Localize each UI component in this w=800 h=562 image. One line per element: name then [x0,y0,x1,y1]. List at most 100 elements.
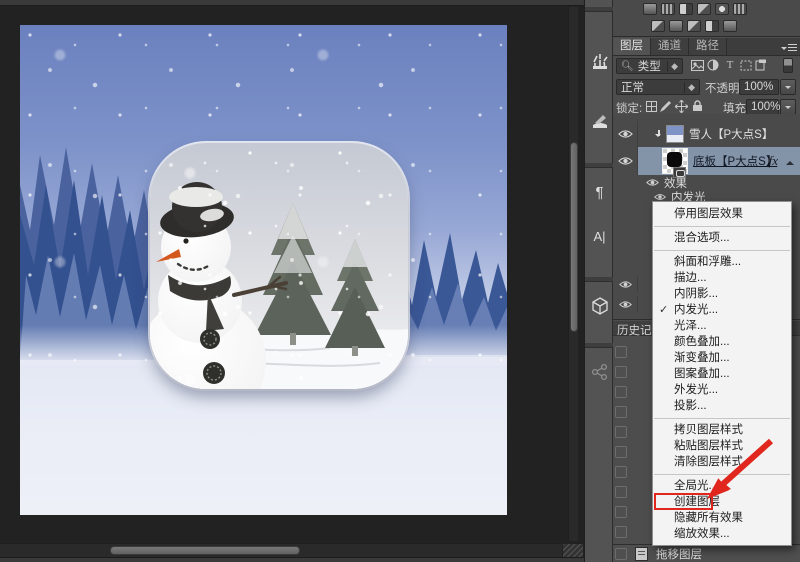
eye-icon[interactable] [646,178,659,187]
vertical-scrollbar[interactable] [568,7,578,541]
canvas-bottom-strip [0,557,584,562]
vertical-scrollbar-thumb[interactable] [570,142,578,332]
history-state-checkbox[interactable] [615,346,627,358]
history-current-state-row[interactable]: 拖移图层 [613,544,800,562]
opacity-dropdown-button[interactable] [780,79,796,95]
adjustment-icon[interactable] [723,20,737,32]
menu-item-clear-layer-style[interactable]: 清除图层样式 [653,454,791,470]
visibility-well[interactable] [613,121,638,147]
opacity-input[interactable]: 100% [739,79,779,95]
horizontal-scrollbar-thumb[interactable] [110,546,300,555]
menu-item-hide-all-effects[interactable]: 隐藏所有效果 [653,510,791,526]
eye-icon[interactable] [654,193,666,201]
adjustment-icon[interactable] [733,3,747,15]
adjustment-icon[interactable] [715,3,729,15]
collapse-effects-arrow[interactable] [786,157,794,165]
history-state-checkbox[interactable] [615,466,627,478]
lock-position-icon[interactable] [674,99,688,113]
panel-menu-icon[interactable] [781,44,797,54]
menu-item-copy-layer-style[interactable]: 拷贝图层样式 [653,422,791,438]
eye-icon[interactable] [618,129,633,139]
horizontal-scrollbar[interactable] [0,543,562,557]
eye-icon[interactable] [619,280,632,289]
snowman-app-icon[interactable] [150,143,408,389]
history-state-checkbox[interactable] [615,446,627,458]
menu-item-stroke[interactable]: 描边... [653,270,791,286]
layer-thumbnail[interactable] [666,125,684,143]
visibility-well[interactable] [613,147,638,175]
menu-item-global-light[interactable]: 全局光... [653,478,791,494]
filter-pixel-layers-icon[interactable] [690,58,704,72]
menu-item-blending-options[interactable]: 混合选项... [653,230,791,246]
layer-row-snowman[interactable]: 雪人【P大点S】 [613,121,800,147]
dock-group-header[interactable] [585,7,614,12]
layer-thumbnail[interactable] [662,148,688,174]
blend-mode-select[interactable]: 正常 ◆ [616,79,700,95]
filter-shape-layers-icon[interactable] [739,58,753,72]
history-state-checkbox[interactable] [615,526,627,538]
3d-panel-icon[interactable] [585,294,614,318]
brush-presets-icon[interactable] [585,50,614,74]
history-state-checkbox[interactable] [615,426,627,438]
menu-item-inner-glow[interactable]: ✓ 内发光... [653,302,791,318]
filter-toggle-switch[interactable] [783,58,793,73]
menu-item-outer-glow[interactable]: 外发光... [653,382,791,398]
layer-name[interactable]: 雪人【P大点S】 [689,126,773,142]
history-state-name[interactable]: 拖移图层 [656,546,702,562]
filter-adjustment-layers-icon[interactable] [706,58,720,72]
filter-smart-objects-icon[interactable] [754,58,768,72]
menu-item-disable-layer-effects[interactable]: 停用图层效果 [653,206,791,222]
share-panel-icon[interactable] [585,360,614,384]
lock-all-icon[interactable] [690,99,704,113]
menu-item-bevel-emboss[interactable]: 斜面和浮雕... [653,254,791,270]
menu-item-inner-shadow[interactable]: 内阴影... [653,286,791,302]
lock-image-pixels-icon[interactable] [658,99,672,113]
menu-item-drop-shadow[interactable]: 投影... [653,398,791,414]
menu-item-satin[interactable]: 光泽... [653,318,791,334]
history-state-checkbox[interactable] [615,406,627,418]
tab-channels[interactable]: 通道 [651,38,689,55]
menu-item-color-overlay[interactable]: 颜色叠加... [653,334,791,350]
menu-item-scale-effects[interactable]: 缩放效果... [653,526,791,542]
tab-layers[interactable]: 图层 [613,38,651,55]
layer-row-base-selected[interactable]: 底板【P大点S】 fx [613,147,800,175]
adjustment-icon[interactable] [651,20,665,32]
history-state-checkbox[interactable] [615,548,627,560]
clone-source-icon[interactable] [585,110,614,134]
dock-group-header[interactable] [585,343,614,348]
adjustment-icon[interactable] [679,3,693,15]
menu-item-paste-layer-style[interactable]: 粘贴图层样式 [653,438,791,454]
adjustment-icon[interactable] [661,3,675,15]
history-state-checkbox[interactable] [615,366,627,378]
dock-group-header[interactable] [585,163,614,168]
fill-input[interactable]: 100% [746,99,779,115]
menu-item-create-layer[interactable]: 创建图层 [653,494,791,510]
history-state-checkbox[interactable] [615,386,627,398]
filter-type-select[interactable]: 🔍︎ 类型 ◆ [616,58,683,74]
history-state-checkbox[interactable] [615,486,627,498]
resize-grip[interactable] [563,544,583,557]
menu-item-pattern-overlay[interactable]: 图案叠加... [653,366,791,382]
adjustment-icon[interactable] [697,3,711,15]
document-image[interactable] [20,25,507,515]
visibility-well[interactable] [613,276,638,292]
adjustment-icon[interactable] [687,20,701,32]
menu-item-gradient-overlay[interactable]: 渐变叠加... [653,350,791,366]
character-panel-icon[interactable]: A| [585,224,614,248]
tab-paths[interactable]: 路径 [689,38,727,55]
effects-row[interactable]: 效果 [613,175,800,190]
layer-name[interactable]: 底板【P大点S】 [693,153,777,169]
dock-group-header[interactable] [585,277,614,282]
lock-transparent-pixels-icon[interactable] [644,99,658,113]
eye-icon[interactable] [619,300,632,309]
history-state-checkbox[interactable] [615,506,627,518]
eye-icon[interactable] [618,156,633,166]
adjustment-icon[interactable] [669,20,683,32]
fill-dropdown-button[interactable] [780,99,796,115]
adjustment-icon[interactable] [705,20,719,32]
visibility-well[interactable] [613,296,638,312]
fx-badge[interactable]: fx [769,153,778,169]
paragraph-panel-icon[interactable]: ¶ [585,180,614,204]
filter-type-layers-icon[interactable]: T [723,58,737,72]
adjustment-icon[interactable] [643,3,657,15]
